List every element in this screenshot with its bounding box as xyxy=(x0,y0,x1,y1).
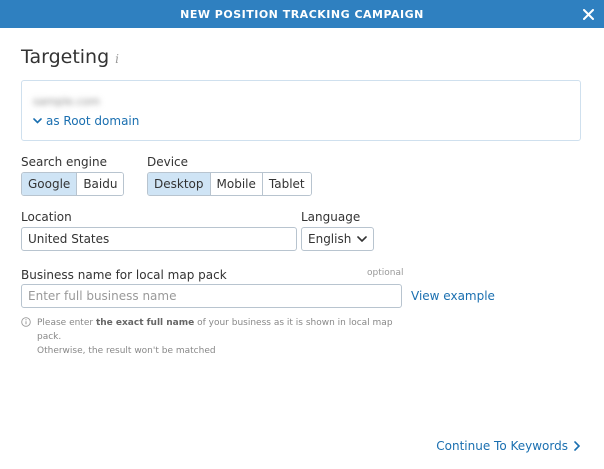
modal-header: NEW POSITION TRACKING CAMPAIGN xyxy=(0,0,604,28)
language-label: Language xyxy=(301,210,361,224)
root-domain-toggle[interactable]: as Root domain xyxy=(33,114,139,128)
language-select[interactable]: English xyxy=(301,227,375,251)
view-example-link[interactable]: View example xyxy=(411,289,495,303)
close-button[interactable] xyxy=(578,4,598,24)
domain-value: sample.com xyxy=(33,95,100,108)
continue-button[interactable]: Continue To Keywords xyxy=(436,439,580,453)
close-icon xyxy=(582,8,594,20)
root-domain-label: as Root domain xyxy=(46,114,140,128)
location-label: Location xyxy=(21,210,72,224)
hint-bold: the exact full name xyxy=(95,318,195,328)
search-engine-label: Search engine xyxy=(21,155,107,169)
modal-title: NEW POSITION TRACKING CAMPAIGN xyxy=(180,7,424,21)
business-name-input[interactable]: Enter full business name xyxy=(21,284,402,308)
chevron-down-icon xyxy=(33,118,42,124)
search-engine-google[interactable]: Google xyxy=(22,173,77,195)
optional-tag: optional xyxy=(367,268,404,278)
chevron-down-icon xyxy=(357,236,368,242)
hint-prefix: Please enter xyxy=(37,318,96,328)
location-input[interactable]: United States xyxy=(21,227,297,251)
continue-label: Continue To Keywords xyxy=(436,439,568,453)
business-name-label: Business name for local map pack xyxy=(21,268,227,282)
info-icon[interactable]: i xyxy=(115,52,119,66)
language-value: English xyxy=(308,232,352,246)
info-circle-icon xyxy=(21,317,31,327)
device-tablet[interactable]: Tablet xyxy=(261,173,311,195)
domain-box: sample.com as Root domain xyxy=(21,80,581,141)
device-selector: Desktop Mobile Tablet xyxy=(147,172,312,196)
section-heading: Targeting i xyxy=(21,46,119,68)
business-hint: Please enter the exact full name of your… xyxy=(21,316,401,358)
hint-text: Please enter the exact full name of your… xyxy=(37,316,401,358)
search-engine-selector: Google Baidu xyxy=(21,172,125,196)
search-engine-baidu[interactable]: Baidu xyxy=(76,173,124,195)
targeting-title: Targeting xyxy=(21,46,110,68)
hint-line2: Otherwise, the result won't be matched xyxy=(37,346,216,356)
device-desktop[interactable]: Desktop xyxy=(148,173,210,195)
chevron-right-icon xyxy=(574,441,580,451)
device-mobile[interactable]: Mobile xyxy=(209,173,262,195)
device-label: Device xyxy=(147,155,189,169)
